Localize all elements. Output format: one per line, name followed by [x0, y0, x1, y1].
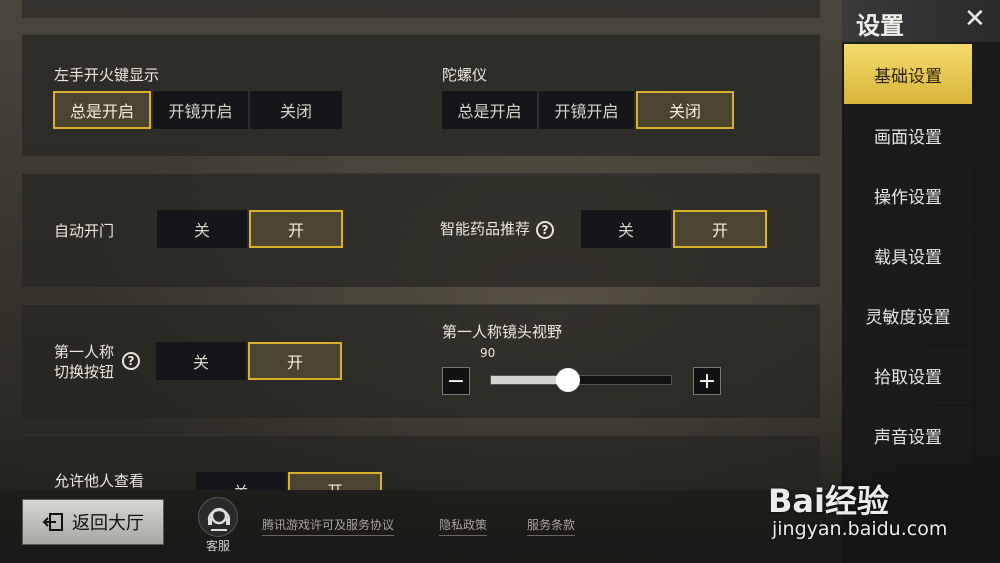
sidebar-header: 设置 ✕ [842, 0, 1000, 42]
fov-minus-button[interactable]: − [442, 367, 470, 395]
gyro-option-always[interactable]: 总是开启 [442, 91, 537, 129]
top-strip [22, 0, 820, 18]
fpp-toggle-label: 第一人称 切换按钮 [54, 342, 114, 382]
exit-icon [42, 512, 66, 532]
fire-display-option-always[interactable]: 总是开启 [53, 91, 151, 129]
gyro-label: 陀螺仪 [442, 66, 488, 84]
fpp-toggle-label-line2: 切换按钮 [54, 363, 115, 381]
back-to-lobby-button[interactable]: 返回大厅 [22, 499, 164, 545]
gyro-option-off[interactable]: 关闭 [636, 91, 734, 129]
customer-service-button[interactable]: 客服 [192, 497, 244, 553]
auto-door-label: 自动开门 [54, 222, 115, 240]
close-icon[interactable]: ✕ [964, 4, 986, 34]
fire-display-label: 左手开火键显示 [54, 66, 160, 84]
sidebar-item-sensitivity[interactable]: 灵敏度设置 [844, 286, 972, 344]
sidebar-item-controls[interactable]: 操作设置 [844, 166, 972, 224]
med-recommend-off[interactable]: 关 [581, 210, 671, 248]
fpp-toggle-off[interactable]: 关 [156, 342, 246, 380]
fpp-fov-label: 第一人称镜头视野 [442, 323, 563, 341]
fov-plus-button[interactable]: + [693, 367, 721, 395]
fpp-toggle-on[interactable]: 开 [248, 342, 342, 380]
terms-link[interactable]: 服务条款 [527, 516, 576, 536]
allow-view-toggle-clip: 关 开 [196, 472, 386, 490]
privacy-policy-link[interactable]: 隐私政策 [439, 516, 488, 536]
med-recommend-label: 智能药品推荐? [440, 218, 555, 239]
help-icon[interactable]: ? [536, 220, 555, 239]
auto-door-on[interactable]: 开 [249, 210, 343, 248]
fpp-toggle-label-line1: 第一人称 [54, 343, 115, 361]
sidebar-item-vehicle[interactable]: 载具设置 [844, 226, 972, 284]
med-recommend-toggle: 关 开 [581, 210, 767, 248]
baidu-watermark-url: jingyan.baidu.com [772, 518, 948, 540]
sidebar-item-audio[interactable]: 声音设置 [844, 406, 972, 464]
sidebar-title: 设置 [856, 12, 904, 40]
med-recommend-on[interactable]: 开 [673, 210, 767, 248]
sidebar-item-basic[interactable]: 基础设置 [844, 44, 972, 104]
med-recommend-text: 智能药品推荐 [440, 220, 531, 238]
gyro-option-scope[interactable]: 开镜开启 [539, 91, 634, 129]
panel-fpp [22, 304, 820, 418]
sidebar-item-pickup[interactable]: 拾取设置 [844, 346, 972, 404]
fov-slider-track[interactable] [490, 375, 672, 385]
license-agreement-link[interactable]: 腾讯游戏许可及服务协议 [262, 516, 395, 536]
allow-view-label: 允许他人查看 [54, 472, 145, 490]
headset-icon [198, 497, 238, 537]
allow-view-off[interactable]: 关 [196, 472, 286, 490]
help-icon[interactable]: ? [122, 352, 140, 370]
fire-display-selector: 总是开启 开镜开启 关闭 [53, 91, 342, 129]
back-to-lobby-label: 返回大厅 [72, 513, 144, 534]
sidebar-item-graphics[interactable]: 画面设置 [844, 106, 972, 164]
customer-service-label: 客服 [205, 539, 230, 553]
auto-door-toggle: 关 开 [157, 210, 343, 248]
fpp-fov-value: 90 [480, 346, 496, 360]
auto-door-off[interactable]: 关 [157, 210, 247, 248]
fire-display-option-off[interactable]: 关闭 [250, 91, 342, 129]
fire-display-option-scope[interactable]: 开镜开启 [153, 91, 248, 129]
fpp-toggle: 关 开 [156, 342, 342, 380]
gyro-selector: 总是开启 开镜开启 关闭 [442, 91, 734, 129]
allow-view-on[interactable]: 开 [288, 472, 382, 490]
allow-view-toggle: 关 开 [196, 472, 382, 490]
baidu-watermark-logo: Bai经验 [768, 482, 889, 520]
